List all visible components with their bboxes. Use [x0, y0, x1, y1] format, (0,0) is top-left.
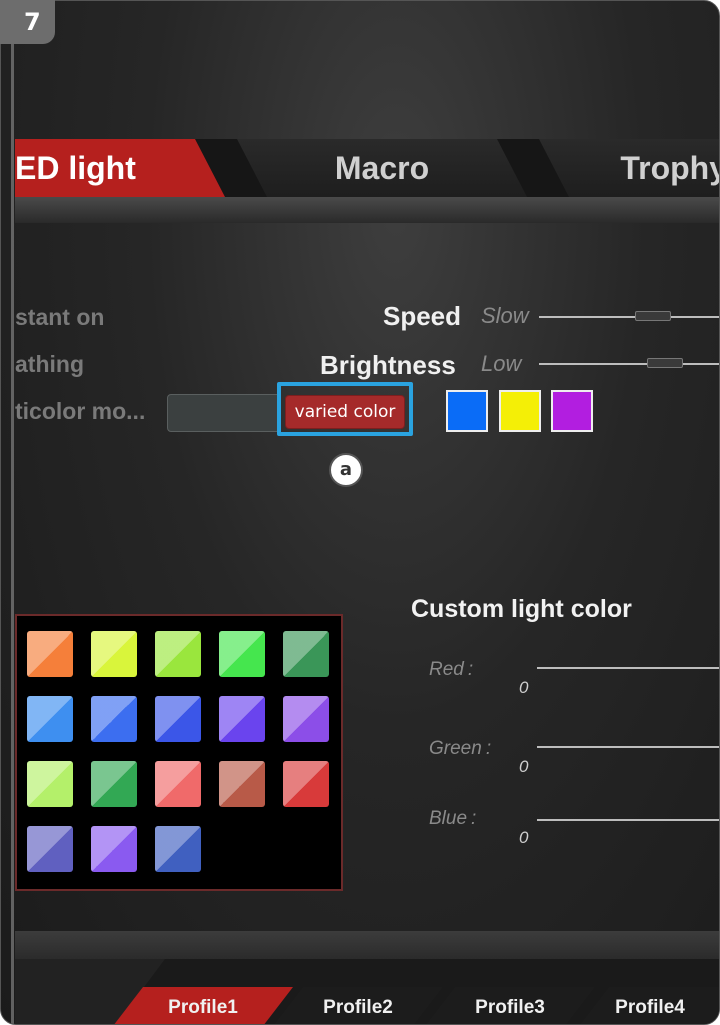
red-slider[interactable] — [537, 667, 719, 669]
palette-color-swatch[interactable] — [27, 696, 73, 742]
selected-color-swatch[interactable] — [551, 390, 593, 432]
brightness-label: Brightness — [320, 350, 456, 380]
red-label: Red: — [429, 659, 473, 681]
step-number-badge: 7 — [0, 0, 55, 44]
selected-color-swatch[interactable] — [446, 390, 488, 432]
red-label-text: Red — [429, 659, 464, 680]
tab-profile1[interactable]: Profile1 — [113, 987, 293, 1024]
red-value: 0 — [519, 678, 529, 697]
palette-color-swatch[interactable] — [91, 761, 137, 807]
palette-color-swatch[interactable] — [219, 631, 265, 677]
palette-color-swatch[interactable] — [27, 631, 73, 677]
mode-constant-on[interactable]: stant on — [15, 304, 104, 331]
palette-color-swatch[interactable] — [155, 631, 201, 677]
highlight-box — [277, 382, 413, 436]
palette-color-swatch[interactable] — [219, 761, 265, 807]
callout-a: a — [329, 453, 363, 487]
blue-label: Blue: — [429, 808, 476, 830]
tab-led-light[interactable]: ED light — [15, 139, 225, 197]
palette-color-swatch[interactable] — [91, 826, 137, 872]
green-slider[interactable] — [537, 746, 719, 748]
brightness-slider-track[interactable] — [539, 363, 719, 365]
main-tab-bar: ED light Macro Trophy — [15, 139, 719, 197]
color-palette — [15, 614, 343, 891]
palette-color-swatch[interactable] — [91, 631, 137, 677]
selected-color-swatch[interactable] — [499, 390, 541, 432]
palette-color-swatch[interactable] — [283, 631, 329, 677]
brightness-slider-thumb[interactable] — [647, 358, 683, 368]
green-label-text: Green — [429, 738, 482, 759]
green-label: Green: — [429, 738, 491, 760]
mode-dropdown[interactable] — [167, 394, 281, 432]
window-edge — [11, 1, 14, 1024]
palette-color-swatch[interactable] — [155, 761, 201, 807]
palette-color-swatch[interactable] — [283, 761, 329, 807]
custom-light-title: Custom light color — [411, 595, 632, 623]
palette-color-swatch[interactable] — [219, 696, 265, 742]
mode-breathing[interactable]: athing — [15, 351, 84, 378]
blue-slider[interactable] — [537, 819, 719, 821]
tab-bar-underline — [15, 197, 719, 223]
speed-slider-track[interactable] — [539, 316, 719, 318]
label-separator: : — [485, 738, 492, 759]
blue-value: 0 — [519, 828, 529, 847]
tab-macro[interactable]: Macro — [237, 139, 527, 197]
speed-value: Slow — [481, 303, 529, 328]
palette-color-swatch[interactable] — [91, 696, 137, 742]
bottom-band — [15, 931, 719, 961]
green-value: 0 — [519, 757, 529, 776]
brightness-value: Low — [481, 351, 522, 376]
label-separator: : — [471, 808, 477, 829]
palette-color-swatch[interactable] — [155, 826, 201, 872]
mode-multicolor[interactable]: ticolor mo... — [15, 398, 145, 425]
speed-label: Speed — [383, 301, 462, 331]
palette-color-swatch[interactable] — [27, 761, 73, 807]
tab-trophy[interactable]: Trophy — [539, 139, 719, 197]
speed-slider-thumb[interactable] — [635, 311, 671, 321]
app-window: ED light Macro Trophy stant on athing ti… — [0, 0, 720, 1025]
palette-color-swatch[interactable] — [155, 696, 201, 742]
palette-color-swatch[interactable] — [283, 696, 329, 742]
label-separator: : — [467, 659, 474, 680]
palette-color-swatch[interactable] — [27, 826, 73, 872]
blue-label-text: Blue — [429, 808, 468, 829]
